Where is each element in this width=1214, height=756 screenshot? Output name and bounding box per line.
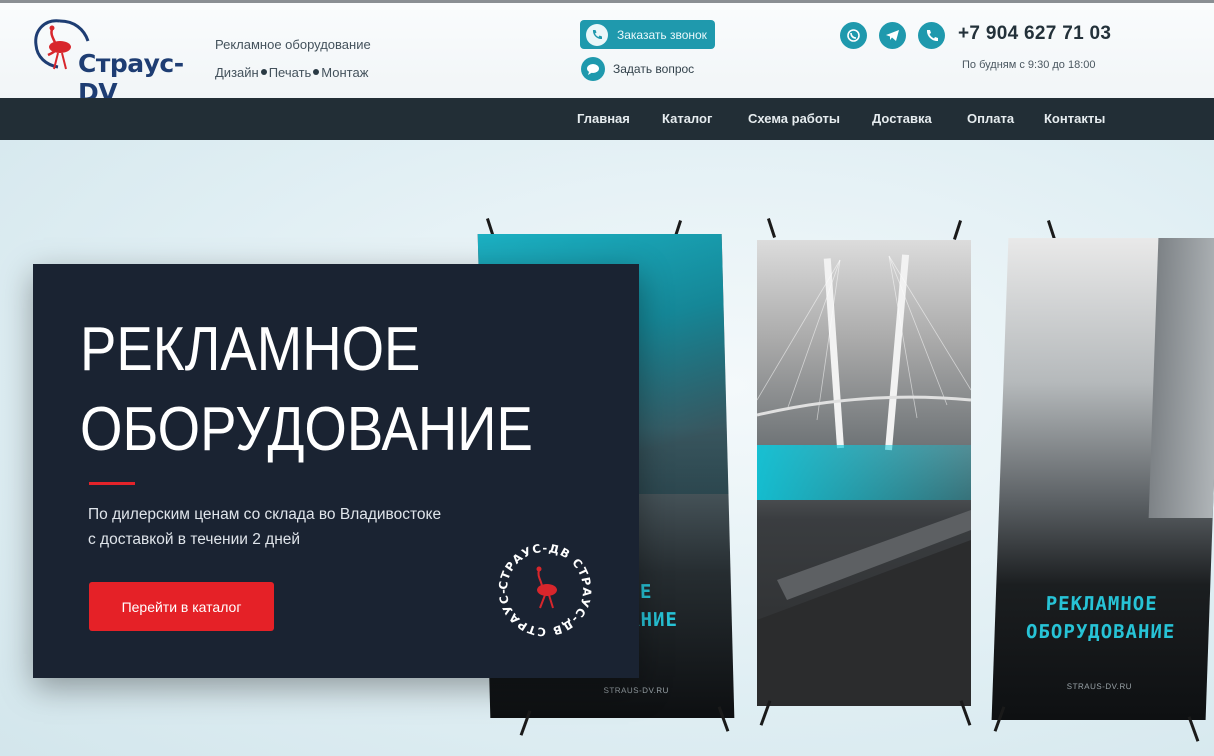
bullet-dot xyxy=(260,69,267,75)
nav-item-contacts[interactable]: Контакты xyxy=(1044,111,1105,126)
ask-question-link[interactable]: Задать вопрос xyxy=(581,57,694,81)
banner-3-title-line1: РЕКЛАМНОЕ xyxy=(1045,593,1158,615)
order-call-button[interactable]: Заказать звонок xyxy=(580,20,715,49)
hero-title: РЕКЛАМНОЕ ОБОРУДОВАНИЕ xyxy=(80,310,533,470)
hero-card: РЕКЛАМНОЕ ОБОРУДОВАНИЕ По дилерским цена… xyxy=(33,264,639,678)
banner-stand-top xyxy=(1046,220,1057,240)
banner-3-url: STRAUS-DV.RU xyxy=(1066,682,1133,691)
service-design: Дизайн xyxy=(215,65,259,80)
banner-stand-top xyxy=(952,220,963,240)
hero-title-line1: РЕКЛАМНОЕ xyxy=(80,315,421,384)
rollup-banner-3: РЕКЛАМНОЕ ОБОРУДОВАНИЕ STRAUS-DV.RU xyxy=(991,238,1214,720)
hero-title-line2: ОБОРУДОВАНИЕ xyxy=(80,395,533,464)
hero-subtitle: По дилерским ценам со склада во Владивос… xyxy=(88,502,508,552)
brand-seal: СТРАУС-ДВ СТРАУС-ДВ СТРАУС-ДВ xyxy=(495,540,593,639)
ask-question-label: Задать вопрос xyxy=(613,62,695,76)
service-install: Монтаж xyxy=(321,65,369,80)
banner-3-title: РЕКЛАМНОЕ ОБОРУДОВАНИЕ xyxy=(1002,590,1200,646)
service-print: Печать xyxy=(268,65,312,80)
seal-ostrich-icon xyxy=(536,566,557,609)
banner-stand-top xyxy=(766,218,777,238)
viber-icon[interactable] xyxy=(918,22,945,49)
header-tagline: Рекламное оборудование Дизайн Печать Монта… xyxy=(215,31,371,87)
hero-subtitle-line2: с доставкой в течении 2 дней xyxy=(88,531,301,548)
tagline-services: Дизайн Печать Монтаж xyxy=(215,59,371,87)
hero-subtitle-line1: По дилерским ценам со склада во Владивос… xyxy=(88,506,442,523)
nav-item-payment[interactable]: Оплата xyxy=(967,111,1014,126)
telegram-icon[interactable] xyxy=(879,22,906,49)
nav-item-catalog[interactable]: Каталог xyxy=(662,111,712,126)
main-nav: Главная Каталог Схема работы Доставка Оп… xyxy=(0,98,1214,140)
chat-bubble-icon xyxy=(581,57,605,81)
road-surface xyxy=(757,510,971,700)
rollup-banner-2 xyxy=(757,240,971,706)
whatsapp-icon[interactable] xyxy=(840,22,867,49)
nav-item-home[interactable]: Главная xyxy=(577,111,630,126)
go-to-catalog-button[interactable]: Перейти в каталог xyxy=(89,582,274,631)
nav-item-workflow[interactable]: Схема работы xyxy=(748,111,840,126)
banner-1-url: STRAUS-DV.RU xyxy=(603,686,670,695)
bridge-cables xyxy=(757,255,971,421)
banner-3-title-line2: ОБОРУДОВАНИЕ xyxy=(1025,621,1176,643)
banner-teal-overlay xyxy=(757,445,971,500)
social-icons xyxy=(840,22,945,49)
nav-item-delivery[interactable]: Доставка xyxy=(872,111,932,126)
banner-building xyxy=(1148,238,1214,518)
hero-section: НОЕ ВАНИЕ STRAUS-DV.RU РЕКЛАМНОЕ О xyxy=(0,140,1214,756)
order-call-label: Заказать звонок xyxy=(617,27,707,42)
tagline-top: Рекламное оборудование xyxy=(215,37,371,52)
phone-number[interactable]: +7 904 627 71 03 xyxy=(958,23,1111,45)
phone-icon xyxy=(586,23,608,46)
banner-stand-leg xyxy=(1187,716,1200,742)
site-header: Страус-DV Рекламное оборудование Дизайн П… xyxy=(0,0,1214,107)
working-hours: По будням с 9:30 до 18:00 xyxy=(962,59,1096,71)
title-underline xyxy=(89,482,135,485)
bullet-dot xyxy=(313,69,320,75)
site-logo[interactable]: Страус-DV xyxy=(30,15,200,107)
